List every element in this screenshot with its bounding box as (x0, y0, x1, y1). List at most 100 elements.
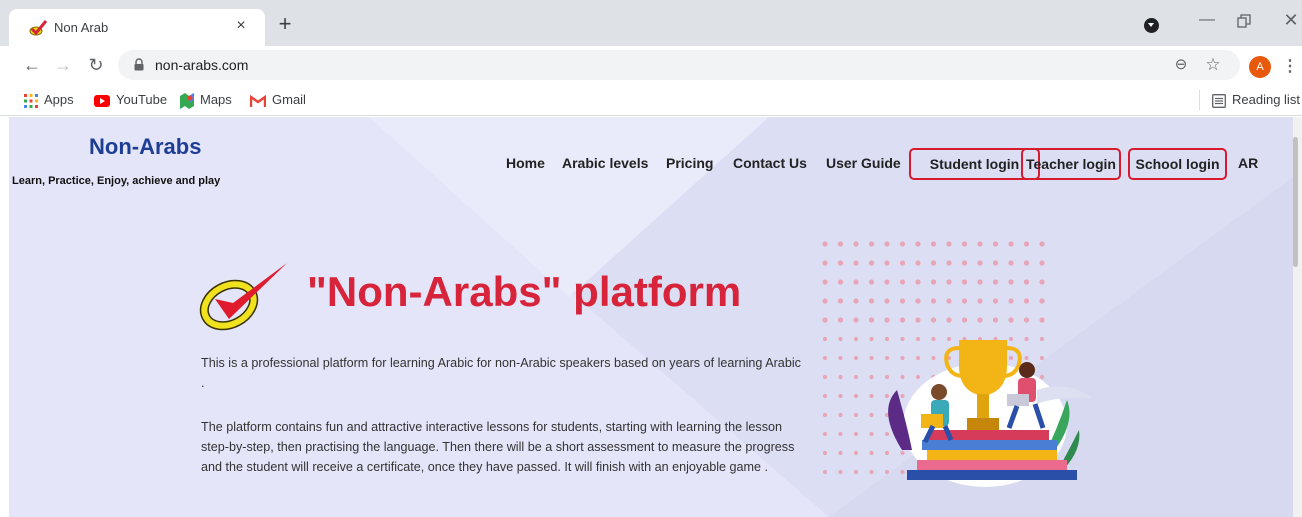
web-page: Non-Arabs Learn, Practice, Enjoy, achiev… (9, 117, 1293, 517)
decor-dot (977, 317, 983, 323)
nav-contact-us[interactable]: Contact Us (733, 155, 807, 171)
bookmark-apps[interactable]: Apps (24, 90, 74, 110)
nav-language-ar[interactable]: AR (1238, 155, 1258, 171)
decor-dot (853, 450, 859, 456)
window-close-icon[interactable]: ✕ (1281, 10, 1301, 30)
maps-icon (180, 92, 194, 109)
decor-dot (853, 355, 859, 361)
bookmark-label: Maps (200, 92, 232, 107)
decor-dot (992, 279, 999, 285)
decor-dot (837, 241, 844, 247)
school-login-label: School login (1135, 156, 1220, 172)
reading-list-button[interactable]: Reading list (1212, 90, 1300, 110)
decor-dot (1023, 298, 1030, 304)
decor-dot (838, 469, 843, 475)
school-login-link[interactable]: School login (1128, 148, 1227, 180)
decor-dot (1023, 279, 1030, 285)
decor-dot (930, 241, 937, 247)
teacher-login-label: Teacher login (1026, 156, 1116, 172)
decor-dot (822, 431, 828, 437)
decor-dot (822, 355, 828, 361)
decor-dot (853, 317, 859, 323)
decor-dot (992, 260, 999, 266)
bookmark-star-icon[interactable]: ☆ (1203, 55, 1223, 75)
decor-dot (822, 260, 828, 266)
decor-dot (992, 317, 999, 323)
bookmark-youtube[interactable]: YouTube (94, 90, 167, 110)
zoom-icon[interactable]: ⊖ (1172, 56, 1190, 74)
decor-dot (853, 469, 859, 475)
decor-dot (822, 317, 828, 323)
decor-dot (1008, 241, 1014, 247)
nav-pricing[interactable]: Pricing (666, 155, 713, 171)
minimize-icon[interactable]: — (1195, 9, 1219, 33)
decor-dot (899, 241, 906, 247)
tab-strip: Non Arab × + — ✕ (0, 0, 1302, 46)
profile-avatar[interactable]: A (1249, 56, 1271, 78)
student-login-label: Student login (929, 156, 1020, 172)
tab-search-icon[interactable] (1144, 18, 1159, 33)
decor-dot (930, 260, 937, 266)
teacher-login-link[interactable]: Teacher login (1021, 148, 1121, 180)
decor-dot (868, 241, 875, 247)
decor-dot (1023, 260, 1030, 266)
decor-dot (868, 298, 875, 304)
tab-close-icon[interactable]: × (230, 15, 252, 37)
decor-dot (822, 412, 828, 418)
nav-home[interactable]: Home (506, 155, 545, 171)
bookmark-label: Apps (44, 92, 74, 107)
decor-dot (946, 279, 952, 285)
decor-dot (1039, 241, 1045, 247)
gmail-icon (250, 94, 266, 107)
decor-dot (884, 298, 890, 304)
nav-user-guide[interactable]: User Guide (826, 155, 901, 171)
decor-dot (838, 431, 843, 437)
reading-list-label: Reading list (1232, 92, 1300, 107)
decor-dot (946, 260, 952, 266)
tab-title: Non Arab (54, 20, 109, 35)
checkmark-favicon-icon (29, 20, 47, 36)
decor-dot (853, 241, 859, 247)
decor-dot (822, 298, 828, 304)
address-bar[interactable]: non-arabs.com ⊖ ☆ (118, 50, 1240, 80)
decor-dot (915, 298, 921, 304)
decor-dot (1023, 241, 1030, 247)
decor-dot (822, 469, 828, 475)
bookmark-gmail[interactable]: Gmail (250, 90, 306, 110)
decor-dot (853, 336, 859, 342)
decor-dot (992, 298, 999, 304)
decor-dot (977, 241, 983, 247)
decor-dot (915, 279, 921, 285)
decor-dot (899, 260, 906, 266)
decor-dot (837, 317, 844, 323)
decor-dot (1039, 260, 1045, 266)
forward-arrow-icon[interactable]: → (51, 54, 75, 76)
decor-dot (853, 374, 859, 380)
nav-arabic-levels[interactable]: Arabic levels (562, 155, 648, 171)
new-tab-button[interactable]: + (273, 13, 297, 37)
decor-dot (992, 241, 999, 247)
site-logo-text[interactable]: Non-Arabs (89, 134, 201, 160)
decor-dot (977, 260, 983, 266)
intro-paragraph: This is a professional platform for lear… (201, 356, 801, 390)
decor-dot (822, 279, 828, 285)
decor-dot (884, 317, 890, 323)
decor-dot (899, 317, 906, 323)
decor-dot (822, 393, 828, 399)
bookmark-maps[interactable]: Maps (180, 90, 232, 110)
apps-grid-icon (24, 93, 38, 108)
menu-kebab-icon[interactable]: ⋮ (1282, 56, 1298, 78)
reload-icon[interactable]: ↻ (84, 54, 108, 76)
back-arrow-icon[interactable]: ← (20, 54, 44, 76)
restore-icon[interactable] (1236, 13, 1252, 29)
scrollbar-thumb[interactable] (1293, 137, 1298, 267)
browser-tab[interactable]: Non Arab × (9, 9, 265, 46)
decor-dot (853, 298, 859, 304)
decor-dot (899, 298, 906, 304)
decor-dot (822, 336, 828, 342)
decor-dot (822, 241, 828, 247)
decor-dot (868, 260, 875, 266)
decor-dot (884, 260, 890, 266)
trophy-students-illustration (888, 340, 1092, 487)
decor-dot (884, 241, 890, 247)
